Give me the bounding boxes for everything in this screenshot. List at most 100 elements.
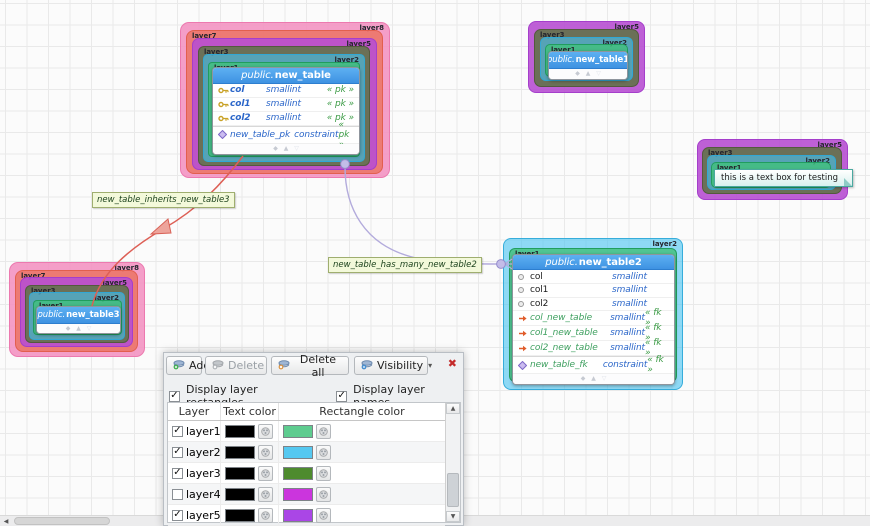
rect-color-swatch: [283, 467, 313, 480]
layer-row-layer3: ✓layer3: [168, 463, 445, 484]
fk-arrow-icon: [518, 314, 530, 323]
close-panel-icon[interactable]: ✖: [448, 358, 457, 369]
chevron-down-icon: ▾: [428, 361, 432, 370]
text-color-picker-button[interactable]: [258, 508, 273, 523]
page-down-icon[interactable]: ▽: [87, 326, 92, 332]
layers-panel: Add Delete Delete all Visibility ▾ ✖ ✓ D…: [163, 352, 464, 526]
column-name: col1_new_table: [530, 328, 606, 338]
scroll-up-icon[interactable]: ▲: [446, 403, 460, 414]
column-type: smallint: [266, 85, 301, 95]
text-color-swatch: [225, 446, 255, 459]
table-new-table2[interactable]: public.new_table2 col smallint col1 smal…: [512, 254, 675, 385]
relationship-label-has-many[interactable]: new_table_has_many_new_table2: [328, 257, 482, 273]
table-name: new_table: [275, 70, 331, 81]
column-name: col2: [530, 299, 608, 309]
layer-checkbox[interactable]: ✓: [172, 447, 183, 458]
text-color-picker-button[interactable]: [258, 466, 273, 481]
table-new-table1[interactable]: public.new_table1 ◆ ▲ ▽: [548, 51, 628, 80]
column-name: col2: [230, 113, 262, 123]
display-rectangles-checkbox[interactable]: ✓: [169, 391, 180, 402]
column-tag: « pk »: [327, 99, 354, 109]
text-color-swatch: [225, 488, 255, 501]
column-type: smallint: [612, 299, 647, 309]
column-circle-icon: [518, 301, 530, 307]
table-schema: public.: [548, 55, 575, 65]
column-name: col: [530, 272, 608, 282]
inheritance-arrow: [151, 219, 171, 234]
table-new-table3[interactable]: public.new_table3 ◆ ▲ ▽: [36, 306, 121, 334]
folded-corner: [844, 178, 852, 186]
delete-all-layers-button[interactable]: Delete all: [271, 356, 349, 375]
column-type: smallint: [612, 285, 647, 295]
text-color-picker-button[interactable]: [258, 445, 273, 460]
constraint-row: new_table_fk constraint « fk »: [513, 356, 674, 374]
layer-checkbox[interactable]: [172, 489, 183, 500]
column-name: col1: [530, 285, 608, 295]
column-name: col1: [230, 99, 262, 109]
table-new-table[interactable]: public.new_table col smallint « pk » col…: [212, 67, 360, 155]
horizontal-scrollbar-thumb[interactable]: [14, 517, 110, 525]
scroll-down-icon[interactable]: ▼: [446, 511, 460, 522]
rect-color-picker-button[interactable]: [316, 487, 331, 502]
page-up-icon[interactable]: ▲: [76, 326, 81, 332]
add-layer-button[interactable]: Add: [166, 356, 202, 375]
rect-color-picker-button[interactable]: [316, 424, 331, 439]
layer-checkbox[interactable]: ✓: [172, 468, 183, 479]
text-color-swatch: [225, 509, 255, 522]
relationship-label-inherits[interactable]: new_table_inherits_new_table3: [92, 192, 235, 208]
page-down-icon[interactable]: ▽: [596, 71, 601, 77]
column-header-layer: Layer: [168, 403, 221, 420]
rect-color-picker-button[interactable]: [316, 508, 331, 523]
page-up-icon[interactable]: ▲: [284, 146, 289, 152]
collapse-icon[interactable]: ◆: [575, 71, 580, 77]
add-layer-icon: [173, 359, 185, 373]
page-up-icon[interactable]: ▲: [591, 376, 596, 382]
layer-checkbox[interactable]: ✓: [172, 510, 183, 521]
delete-layer-icon: [212, 359, 224, 373]
constraint-name: new_table_fk: [530, 360, 599, 370]
text-color-picker-button[interactable]: [258, 424, 273, 439]
table-footer: ◆ ▲ ▽: [513, 374, 674, 384]
vertical-scrollbar-thumb[interactable]: [447, 473, 459, 507]
table-row: col2_new_table smallint « fk »: [513, 341, 674, 356]
constraint-tag: « fk »: [647, 355, 669, 375]
layer-checkbox[interactable]: ✓: [172, 426, 183, 437]
layer-name: layer5: [186, 509, 221, 522]
table-row: col smallint: [513, 270, 674, 284]
rect-color-picker-button[interactable]: [316, 445, 331, 460]
text-box[interactable]: this is a text box for testing: [714, 169, 853, 187]
scroll-left-icon[interactable]: ◀: [0, 516, 12, 526]
visibility-button[interactable]: Visibility ▾: [354, 356, 428, 375]
constraint-type: constraint: [294, 130, 338, 140]
rect-color-picker-button[interactable]: [316, 466, 331, 481]
layer-row-layer4: layer4: [168, 484, 445, 505]
layer-row-layer5: ✓layer5: [168, 505, 445, 526]
constraint-type: constraint: [603, 360, 647, 370]
layers-table: Layer Text color Rectangle color ✓layer1…: [167, 402, 461, 523]
page-down-icon[interactable]: ▽: [294, 146, 299, 152]
constraint-diamond-icon: [518, 361, 530, 370]
text-color-picker-button[interactable]: [258, 487, 273, 502]
page-down-icon[interactable]: ▽: [602, 376, 607, 382]
page-up-icon[interactable]: ▲: [586, 71, 591, 77]
display-names-checkbox[interactable]: ✓: [336, 391, 347, 402]
delete-layer-button[interactable]: Delete: [205, 356, 267, 375]
collapse-icon[interactable]: ◆: [66, 326, 71, 332]
column-type: smallint: [612, 272, 647, 282]
table-name: new_table1: [576, 55, 628, 65]
fk-arrow-icon: [518, 344, 530, 353]
constraint-diamond-icon: [218, 130, 230, 139]
column-type: smallint: [610, 343, 645, 353]
collapse-icon[interactable]: ◆: [581, 376, 586, 382]
has-many-line: [345, 167, 497, 264]
collapse-icon[interactable]: ◆: [273, 146, 278, 152]
table-row: col1 smallint: [513, 284, 674, 298]
column-name: col: [230, 85, 262, 95]
table-row: col2 smallint « pk »: [213, 112, 359, 126]
fk-arrow-icon: [518, 329, 530, 338]
pk-key-icon: [218, 86, 230, 95]
layer-name: layer1: [186, 425, 221, 438]
layer-name: layer4: [186, 488, 221, 501]
table-footer: ◆ ▲ ▽: [213, 144, 359, 154]
diagram-canvas: { "layers": { "layer1": "layer1", "layer…: [0, 0, 870, 526]
